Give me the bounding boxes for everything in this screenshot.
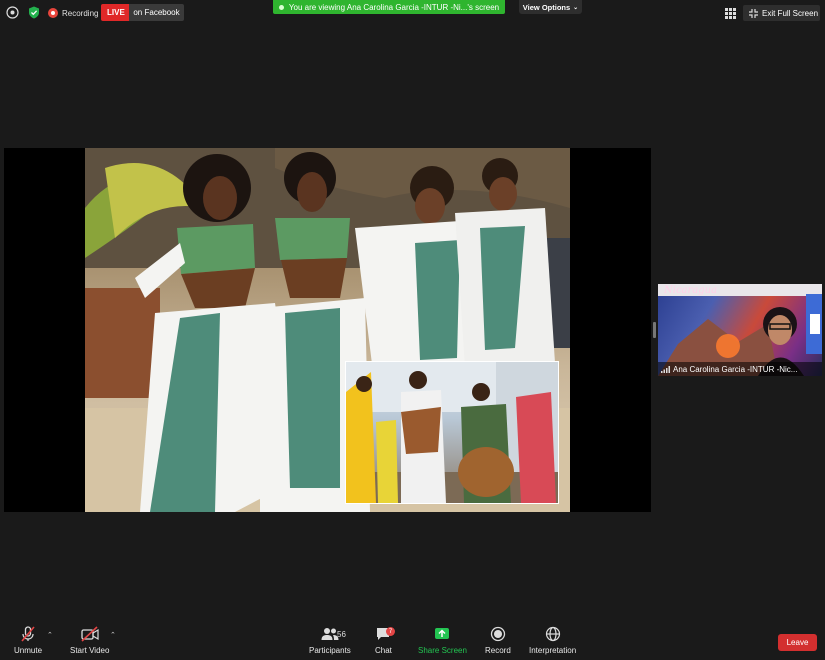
viewing-banner-text: You are viewing Ana Carolina Garcia -INT… bbox=[288, 2, 500, 12]
participant-name: Ana Carolina Garcia -INTUR -Nic... bbox=[673, 364, 798, 374]
view-options-label: View Options bbox=[522, 2, 571, 12]
interpretation-button[interactable]: Interpretation bbox=[529, 626, 576, 655]
leave-button[interactable]: Leave bbox=[778, 634, 817, 651]
share-screen-button[interactable]: Share Screen bbox=[418, 626, 467, 655]
viewing-banner: You are viewing Ana Carolina Garcia -INT… bbox=[273, 0, 505, 14]
thumbnail-drag-handle[interactable] bbox=[653, 322, 656, 338]
chat-label: Chat bbox=[375, 646, 392, 655]
recording-indicator[interactable]: Recording bbox=[48, 5, 98, 21]
interpretation-label: Interpretation bbox=[529, 646, 577, 655]
exit-full-screen-label: Exit Full Screen bbox=[762, 8, 819, 18]
recording-label: Recording bbox=[62, 8, 99, 18]
participants-label: Participants bbox=[309, 646, 351, 655]
dot-icon bbox=[278, 4, 284, 10]
start-video-label: Start Video bbox=[70, 646, 110, 655]
participants-count: 56 bbox=[337, 630, 346, 639]
record-button[interactable]: Record bbox=[485, 626, 511, 655]
share-screen-icon bbox=[435, 628, 450, 639]
globe-icon bbox=[545, 626, 560, 642]
participant-name-tag: Ana Carolina Garcia -INTUR -Nic... bbox=[658, 362, 822, 376]
audio-options-caret-icon[interactable]: ⌃ bbox=[47, 631, 53, 639]
video-off-icon bbox=[81, 626, 99, 642]
unmute-label: Unmute bbox=[14, 646, 43, 655]
record-dot-icon bbox=[48, 8, 58, 18]
chat-unread-badge: 7 bbox=[386, 627, 395, 636]
live-target[interactable]: on Facebook bbox=[129, 4, 184, 21]
unmute-button[interactable]: Unmute bbox=[14, 626, 42, 655]
view-options-button[interactable]: View Options ⌄ bbox=[519, 0, 582, 14]
exit-full-screen-button[interactable]: Exit Full Screen bbox=[743, 5, 820, 21]
signal-strength-icon bbox=[661, 365, 670, 373]
meeting-info-icon[interactable] bbox=[6, 6, 19, 19]
start-video-button[interactable]: Start Video bbox=[70, 626, 109, 655]
exit-fullscreen-icon bbox=[749, 8, 758, 18]
video-options-caret-icon[interactable]: ⌃ bbox=[110, 631, 116, 639]
microphone-muted-icon bbox=[21, 626, 35, 642]
chevron-down-icon: ⌄ bbox=[573, 4, 579, 11]
encryption-shield-icon[interactable] bbox=[28, 6, 40, 19]
live-badge[interactable]: LIVE bbox=[101, 4, 131, 21]
record-label: Record bbox=[485, 646, 511, 655]
grid-view-icon[interactable] bbox=[725, 8, 736, 19]
meeting-toolbar bbox=[0, 620, 825, 660]
nicaragua-logo: Nicaragua bbox=[664, 285, 718, 296]
drummers-photo bbox=[345, 361, 559, 504]
share-screen-label: Share Screen bbox=[418, 646, 467, 655]
record-icon bbox=[490, 626, 506, 642]
